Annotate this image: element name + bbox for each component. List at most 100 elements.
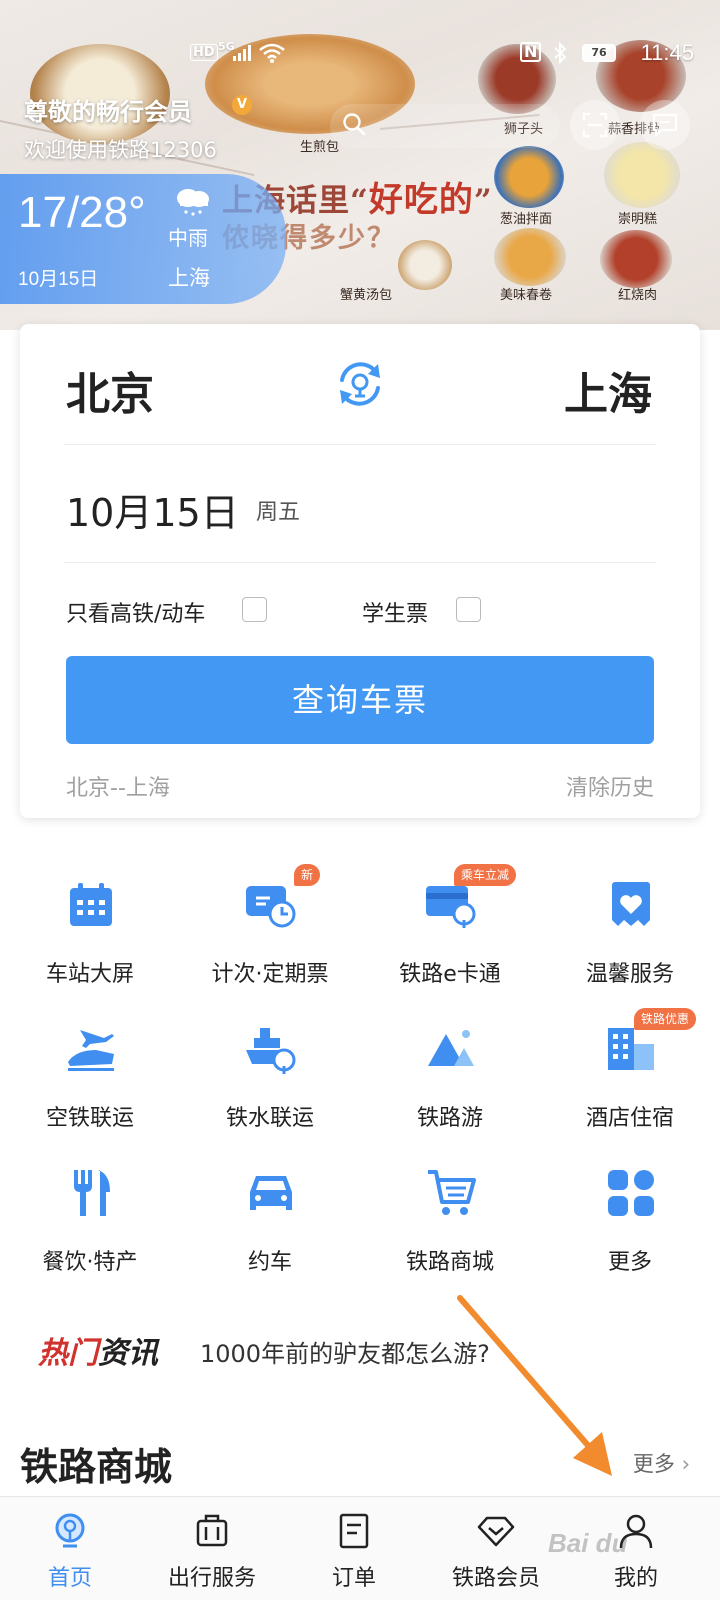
service-air-rail[interactable]: 空铁联运 (0, 1024, 180, 1154)
food-spring-roll-image (494, 228, 566, 286)
student-ticket-label[interactable]: 学生票 (362, 596, 428, 628)
nav-home[interactable]: 首页 (0, 1508, 140, 1596)
service-rail-water[interactable]: 铁水联运 (180, 1024, 360, 1154)
card-divider (64, 444, 656, 445)
service-more[interactable]: 更多 (540, 1168, 720, 1298)
status-time: 11:45 (640, 40, 694, 65)
luggage-icon (196, 1514, 228, 1547)
car-icon (250, 1176, 292, 1210)
news-headline[interactable]: 1000年前的驴友都怎么游? (200, 1334, 490, 1369)
service-food[interactable]: 餐饮·特产 (0, 1168, 180, 1298)
hot-news-tag: 热门资讯 (38, 1336, 158, 1371)
shopping-cart-icon (428, 1170, 476, 1215)
service-label: 约车 (247, 1250, 292, 1275)
service-station-screen[interactable]: 车站大屏 (0, 880, 180, 1010)
service-label: 铁路游 (416, 1106, 483, 1131)
query-tickets-button[interactable]: 查询车票 (66, 656, 654, 744)
arrival-city[interactable]: 上海 (564, 358, 652, 422)
calendar-icon (70, 883, 112, 926)
weather-city: 上海 (168, 266, 210, 290)
bluetooth-icon (554, 42, 567, 64)
service-label: 铁路商城 (405, 1250, 494, 1275)
food-chongming-cake-image (604, 142, 680, 208)
baidu-watermark: Bai du (548, 1528, 628, 1558)
swap-stations-icon[interactable] (334, 358, 386, 410)
service-rail-travel[interactable]: 铁路游 (360, 1024, 540, 1154)
service-rail-ecard[interactable]: 乘车立减 铁路e卡通 (360, 864, 540, 1010)
wifi-icon (259, 43, 285, 63)
plane-train-icon (68, 1030, 114, 1071)
diamond-icon (477, 1516, 515, 1547)
mall-section-title: 铁路商城 (20, 1445, 173, 1489)
weather-temperature: 17/28° (18, 188, 146, 237)
departure-weekday: 周五 (256, 500, 301, 525)
nav-label: 我的 (613, 1566, 658, 1591)
service-ride-hailing[interactable]: 约车 (180, 1168, 360, 1298)
service-label: 铁路e卡通 (399, 962, 501, 987)
food-noodles-image (494, 146, 564, 208)
high-speed-only-checkbox[interactable] (242, 597, 267, 622)
service-label: 更多 (607, 1250, 652, 1275)
food-label: 红烧肉 (618, 288, 658, 303)
nav-label: 首页 (47, 1566, 92, 1591)
nav-rail-membership[interactable]: 铁路会员 (426, 1508, 566, 1596)
message-icon (652, 113, 678, 137)
hotel-icon (608, 1028, 654, 1070)
rail-discount-badge: 铁路优惠 (634, 1008, 697, 1030)
service-label: 铁水联运 (225, 1106, 314, 1131)
service-label: 酒店住宿 (585, 1106, 674, 1131)
clear-history-button[interactable]: 清除历史 (566, 770, 654, 802)
scan-button[interactable] (570, 100, 620, 150)
nav-label: 出行服务 (167, 1566, 256, 1591)
heart-service-icon (612, 882, 650, 928)
departure-city[interactable]: 北京 (66, 358, 154, 422)
departure-date[interactable]: 10月15日 (66, 482, 239, 537)
service-care[interactable]: 温馨服务 (540, 880, 720, 1010)
mountain-travel-icon (428, 1030, 474, 1066)
food-soup-dumpling-image (398, 240, 452, 290)
vip-badge: V (232, 95, 252, 115)
chevron-right-icon: › (674, 1452, 690, 1476)
rain-cloud-icon (177, 189, 209, 216)
food-label: 葱油拌面 (500, 212, 553, 227)
search-icon[interactable] (342, 112, 366, 136)
food-label: 崇明糕 (618, 212, 658, 227)
home-rail-icon (55, 1513, 85, 1548)
welcome-text: 欢迎使用铁路12306 (24, 138, 217, 162)
hd-indicator: HD (190, 44, 218, 61)
ticket-clock-icon (246, 886, 296, 928)
weather-date: 10月15日 (18, 269, 99, 290)
nav-label: 订单 (331, 1566, 376, 1591)
new-badge: 新 (294, 864, 321, 886)
discount-badge: 乘车立减 (454, 864, 517, 886)
service-hotel[interactable]: 铁路优惠 酒店住宿 (540, 1008, 720, 1154)
fork-knife-icon (74, 1170, 110, 1216)
service-label: 餐饮·特产 (42, 1250, 138, 1275)
student-ticket-checkbox[interactable] (456, 597, 481, 622)
service-periodic-ticket[interactable]: 新 计次·定期票 (180, 864, 360, 1010)
member-greeting[interactable]: 尊敬的畅行会员 (24, 92, 192, 127)
search-history-item[interactable]: 北京--上海 (66, 770, 170, 802)
nav-label: 铁路会员 (451, 1566, 540, 1591)
more-grid-icon (608, 1170, 654, 1216)
scan-icon (582, 112, 608, 138)
food-label: 蟹黄汤包 (340, 288, 393, 303)
mall-more-label: 更多 (632, 1452, 675, 1476)
rail-card-icon (426, 886, 476, 928)
weather-condition: 中雨 (168, 226, 208, 250)
order-list-icon (339, 1513, 369, 1549)
high-speed-only-label[interactable]: 只看高铁/动车 (66, 596, 205, 628)
mall-more-link[interactable]: 更多 › (633, 1448, 690, 1478)
card-divider (64, 562, 656, 563)
service-label: 空铁联运 (45, 1106, 134, 1131)
service-label: 温馨服务 (585, 962, 674, 987)
nav-orders[interactable]: 订单 (284, 1508, 424, 1596)
battery-indicator: 76 (582, 44, 616, 62)
food-braised-pork-image (600, 230, 672, 288)
ship-train-icon (246, 1028, 296, 1074)
service-label: 车站大屏 (45, 962, 134, 987)
service-rail-mall[interactable]: 铁路商城 (360, 1168, 540, 1298)
nav-travel-services[interactable]: 出行服务 (142, 1508, 282, 1596)
food-label: 美味春卷 (500, 288, 553, 303)
message-button[interactable] (640, 100, 690, 150)
